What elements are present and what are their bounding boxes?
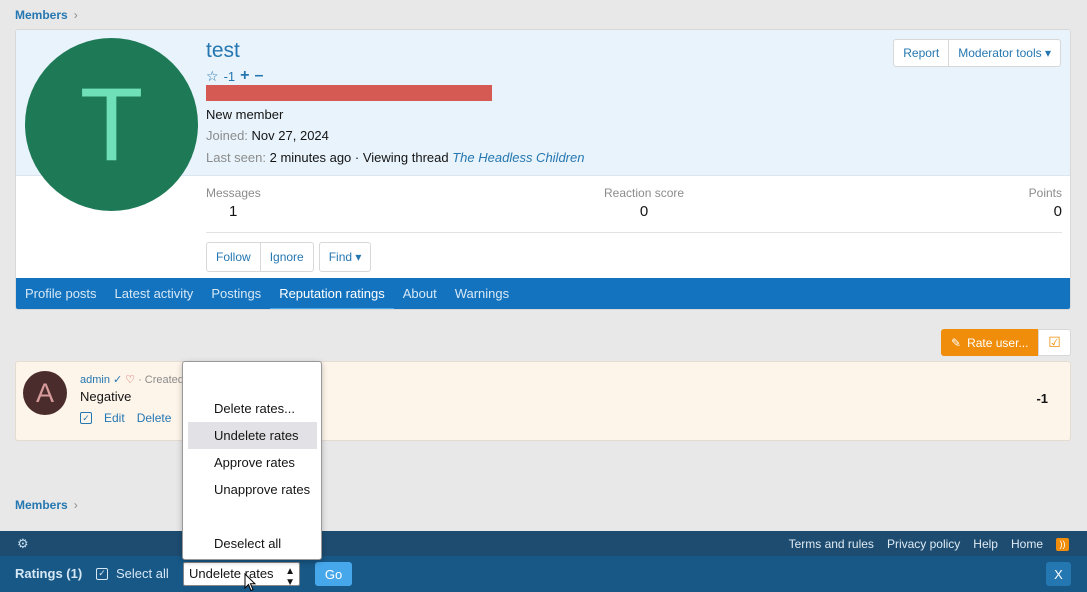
footer-link-privacy[interactable]: Privacy policy [887, 537, 960, 551]
select-arrow-icon: ▲ ▼ [285, 566, 295, 588]
rating-delete-link[interactable]: Delete [137, 411, 172, 425]
member-avatar[interactable]: T [25, 38, 198, 211]
footer-bar: ⚙ Terms and rules Privacy policy Help Ho… [0, 531, 1087, 557]
last-seen-label: Last seen: [206, 150, 266, 165]
option-delete-rates[interactable]: Delete rates... [188, 395, 317, 422]
heart-icon: ♡ [125, 374, 136, 386]
option-undelete-rates[interactable]: Undelete rates [188, 422, 317, 449]
rss-icon[interactable]: )) [1056, 537, 1069, 551]
select-toggle-checkbox[interactable]: ☑ [1038, 329, 1071, 356]
checkbox-icon: ☑ [1048, 334, 1061, 350]
profile-actions-group: Report Moderator tools ▾ [893, 39, 1061, 67]
verified-icon: ✓ [112, 374, 123, 386]
rating-edit-link[interactable]: Edit [104, 411, 125, 425]
stat-reaction: Reaction score 0 [604, 186, 684, 220]
stat-messages-label: Messages [206, 186, 261, 200]
select-all-label: Select all [116, 566, 169, 581]
joined-label: Joined: [206, 128, 248, 143]
reputation-bar [206, 85, 492, 101]
member-profile-card: T test ☆ -1 + – New member Joined: Nov 2… [15, 29, 1071, 310]
rate-user-button[interactable]: ✎ Rate user... [941, 329, 1038, 356]
follow-button[interactable]: Follow [207, 243, 260, 271]
footer-link-terms[interactable]: Terms and rules [789, 537, 874, 551]
rating-actions: ✓ Edit Delete [80, 411, 171, 425]
tab-reputation-ratings[interactable]: Reputation ratings [270, 278, 394, 309]
gear-icon[interactable]: ⚙ [17, 536, 29, 552]
ignore-button[interactable]: Ignore [259, 243, 313, 271]
rating-created: · Created [138, 373, 184, 386]
find-group: Find ▾ [318, 242, 372, 272]
stat-reaction-label: Reaction score [604, 186, 685, 200]
star-icon[interactable]: ☆ [206, 68, 219, 85]
rating-meta: admin ✓ ♡ · Created [80, 373, 184, 387]
tab-postings[interactable]: Postings [202, 278, 270, 309]
user-title: New member [206, 107, 284, 122]
inline-mod-action-dropdown: Delete rates... Undelete rates Approve r… [182, 361, 322, 560]
inline-mod-action-value: Undelete rates [189, 566, 274, 581]
member-action-row: Follow Ignore Find ▾ [206, 242, 372, 272]
tab-about[interactable]: About [394, 278, 446, 309]
footer-link-home[interactable]: Home [1011, 537, 1043, 551]
tab-profile-posts[interactable]: Profile posts [16, 278, 106, 309]
select-all-checkbox[interactable]: ✓ [96, 567, 108, 580]
footer-link-help[interactable]: Help [973, 537, 998, 551]
follow-ignore-group: Follow Ignore [206, 242, 314, 272]
select-all[interactable]: ✓ Select all [96, 566, 169, 581]
option-unapprove-rates[interactable]: Unapprove rates [188, 476, 317, 503]
close-inline-mod-button[interactable]: X [1046, 562, 1071, 586]
rating-select-checkbox[interactable]: ✓ [80, 412, 92, 424]
last-seen-row: Last seen: 2 minutes ago · Viewing threa… [206, 150, 584, 165]
moderator-tools-button[interactable]: Moderator tools ▾ [948, 40, 1060, 66]
tab-warnings[interactable]: Warnings [446, 278, 518, 309]
joined-row: Joined: Nov 27, 2024 [206, 128, 329, 143]
stat-messages-value[interactable]: 1 [206, 203, 261, 220]
last-seen-value: 2 minutes ago · Viewing thread [269, 150, 449, 165]
edit-icon: ✎ [951, 335, 962, 350]
rating-item: A admin ✓ ♡ · Created Negative ✓ Edit De… [15, 361, 1071, 441]
inline-mod-action-select[interactable]: Undelete rates ▲ ▼ [183, 562, 300, 588]
rate-user-label: Rate user... [967, 335, 1029, 350]
tab-latest-activity[interactable]: Latest activity [106, 278, 203, 309]
stat-reaction-value: 0 [639, 203, 649, 220]
reputation-line: ☆ -1 + – [206, 67, 263, 85]
option-approve-rates[interactable]: Approve rates [188, 449, 317, 476]
rating-score: -1 [1036, 391, 1048, 406]
rater-avatar[interactable]: A [23, 371, 67, 415]
mouse-cursor-icon [244, 573, 256, 592]
option-deselect-all[interactable]: Deselect all [188, 530, 317, 557]
chevron-right-icon: › [73, 8, 78, 22]
breadcrumb-top: Members › [15, 8, 78, 22]
last-seen-thread-link[interactable]: The Headless Children [452, 150, 584, 165]
joined-value: Nov 27, 2024 [251, 128, 329, 143]
inline-mod-bar: Ratings (1) ✓ Select all Undelete rates … [0, 556, 1087, 592]
inline-mod-title: Ratings (1) [15, 566, 83, 581]
rater-username[interactable]: admin [80, 374, 110, 386]
breadcrumb-members-link-bottom[interactable]: Members [15, 498, 68, 512]
minus-icon[interactable]: – [254, 67, 263, 85]
go-button[interactable]: Go [315, 562, 352, 586]
reputation-value[interactable]: -1 [224, 69, 236, 84]
member-username[interactable]: test [206, 39, 240, 63]
footer-links: Terms and rules Privacy policy Help Home… [789, 537, 1069, 551]
member-stats: Messages 1 Reaction score 0 Points 0 [206, 186, 1062, 233]
stat-messages: Messages 1 [206, 186, 261, 220]
breadcrumb-members-link[interactable]: Members [15, 8, 68, 22]
profile-tabs: Profile posts Latest activity Postings R… [16, 278, 1070, 309]
rating-text: Negative [80, 389, 132, 404]
find-button[interactable]: Find ▾ [320, 243, 371, 271]
stat-points-value[interactable]: 0 [1029, 203, 1062, 220]
stat-points: Points 0 [1029, 186, 1062, 220]
chevron-right-icon: › [73, 498, 78, 512]
report-button[interactable]: Report [894, 40, 948, 66]
breadcrumb-bottom: Members › [15, 498, 78, 512]
plus-icon[interactable]: + [240, 67, 249, 85]
stat-points-label: Points [1028, 186, 1062, 200]
